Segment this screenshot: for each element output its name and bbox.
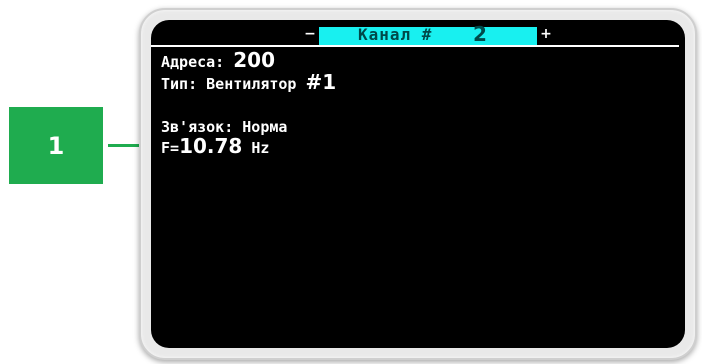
next-channel-button[interactable]: + xyxy=(537,26,555,44)
frequency-unit: Hz xyxy=(251,139,270,157)
plus-icon: + xyxy=(540,26,552,42)
header-divider xyxy=(151,45,679,47)
display-screen: − Канал # 2 + Адреса: 200 Тип: Вентилято… xyxy=(151,20,685,348)
frequency-prefix: F= xyxy=(161,139,180,157)
address-value: 200 xyxy=(233,48,275,72)
frequency-row: F=10.78 Hz xyxy=(161,134,269,158)
device-display-bezel: − Канал # 2 + Адреса: 200 Тип: Вентилято… xyxy=(139,8,697,360)
frequency-value: 10.78 xyxy=(179,134,243,158)
address-label: Адреса: xyxy=(161,53,225,71)
channel-number: 2 xyxy=(473,22,487,46)
type-row: Тип: Вентилятор #1 xyxy=(161,70,336,94)
type-number: #1 xyxy=(305,70,337,94)
type-value: Вентилятор xyxy=(206,75,297,93)
address-row: Адреса: 200 xyxy=(161,48,275,72)
channel-header: − Канал # 2 + xyxy=(151,20,685,47)
channel-title-label: Канал # xyxy=(358,25,433,44)
type-label: Тип: xyxy=(161,75,198,93)
callout-marker-label: 1 xyxy=(47,131,65,160)
minus-icon: − xyxy=(304,26,316,42)
previous-channel-button[interactable]: − xyxy=(301,26,319,44)
callout-marker: 1 xyxy=(9,107,103,184)
